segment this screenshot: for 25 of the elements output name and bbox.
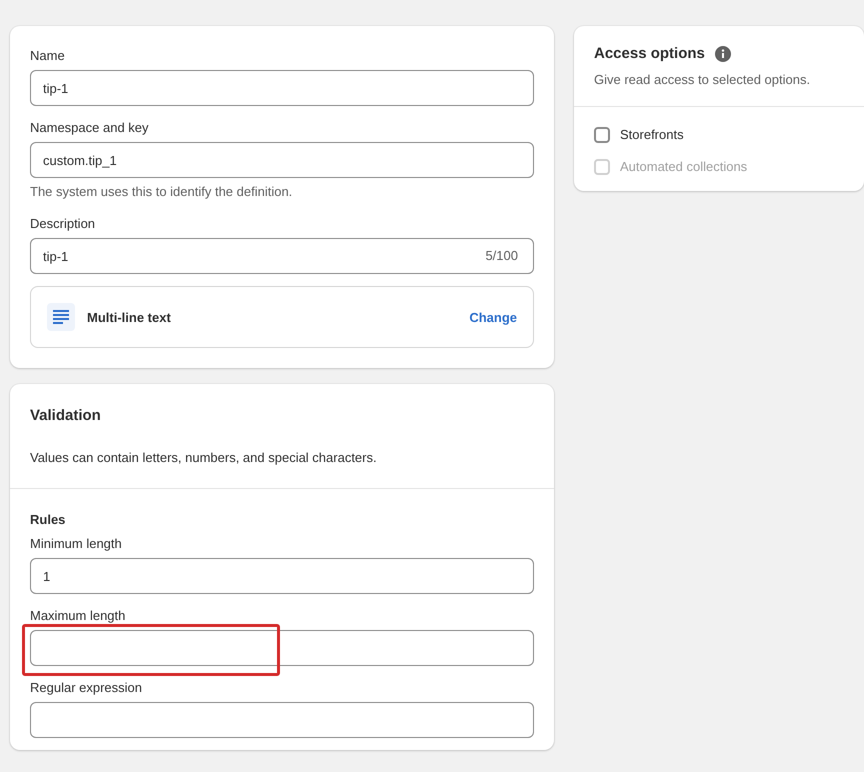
section-description: Values can contain letters, numbers, and special characters. xyxy=(30,449,378,467)
text-field[interactable]: tip-1 xyxy=(30,70,534,106)
checkbox-label: Automated collections xyxy=(620,158,748,176)
help-text: The system uses this to identify the definition. xyxy=(30,183,294,201)
field-label: Namespace and key xyxy=(30,119,150,137)
text-field[interactable]: 1 xyxy=(30,558,534,594)
character-count: 5/100 xyxy=(485,248,518,264)
field-label: Minimum length xyxy=(30,535,123,553)
type-label: Multi-line text xyxy=(87,310,172,324)
text-field[interactable] xyxy=(30,630,534,666)
info-icon[interactable] xyxy=(714,46,731,62)
checkbox[interactable] xyxy=(594,127,610,143)
card-title: Access options xyxy=(594,44,705,64)
card-subtitle: Give read access to selected options. xyxy=(594,71,812,89)
checkbox-label: Storefronts xyxy=(620,126,684,144)
change-link[interactable]: Change xyxy=(469,310,517,324)
field-label: Regular expression xyxy=(30,679,144,697)
field-label: Name xyxy=(30,47,66,65)
text-field[interactable] xyxy=(30,702,534,738)
lines-icon xyxy=(47,303,75,331)
rules-heading: Rules xyxy=(30,511,66,529)
text-field[interactable]: custom.tip_1 xyxy=(30,142,534,178)
field-label: Maximum length xyxy=(30,607,126,625)
field-label: Description xyxy=(30,215,96,233)
section-title: Validation xyxy=(30,406,102,426)
